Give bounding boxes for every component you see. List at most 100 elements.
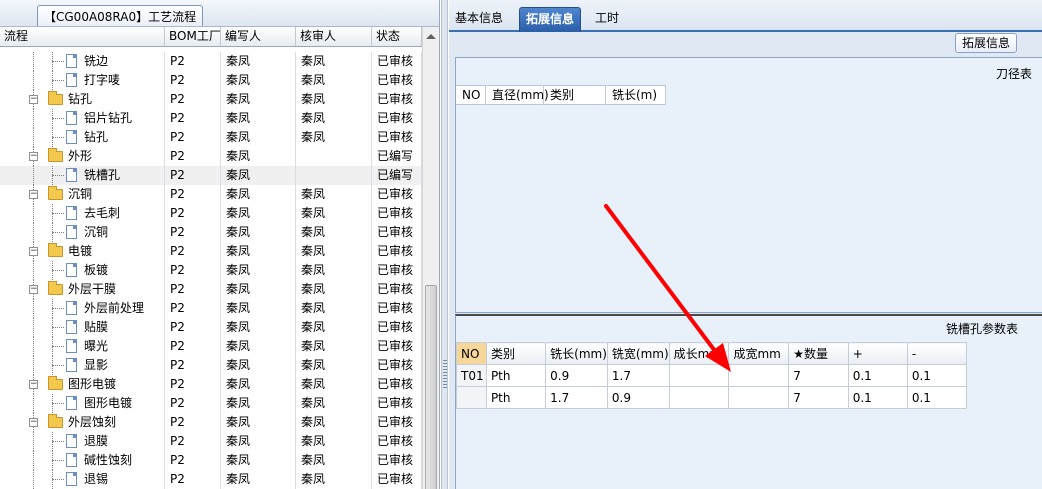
tree-file-row[interactable]: 铣槽孔 P2 秦凤 已编写 [0, 166, 422, 185]
tree-node-cell[interactable]: 去毛刺 [0, 204, 165, 223]
slot-plus-cell[interactable]: 0.1 [847, 386, 908, 409]
tree-folder-row[interactable]: − 图形电镀 P2 秦凤 秦凤 已审核 [0, 375, 422, 394]
tree-node-cell[interactable]: 图形电镀 [0, 394, 165, 413]
slot-finish-width-cell[interactable] [728, 364, 790, 387]
vertical-scrollbar[interactable] [422, 27, 439, 489]
slot-mill-length-cell[interactable]: 1.7 [545, 386, 608, 409]
slot-col-mill-width[interactable]: 铣宽(mm) [606, 342, 670, 365]
slot-col-quantity[interactable]: ★数量 [788, 342, 849, 365]
tree-node-cell[interactable]: − 外层干膜 [0, 280, 165, 299]
slot-col-mill-length[interactable]: 铣长(mm) [545, 342, 608, 365]
slot-finish-length-cell[interactable] [668, 364, 730, 387]
slot-mill-width-cell[interactable]: 1.7 [606, 364, 670, 387]
tree-file-row[interactable]: 显影 P2 秦凤 秦凤 已审核 [0, 356, 422, 375]
slot-category-cell[interactable]: Pth [485, 386, 547, 409]
tree-node-cell[interactable]: 显影 [0, 356, 165, 375]
column-header-status[interactable]: 状态 [372, 27, 422, 46]
tree-node-cell[interactable]: 钻孔 [0, 128, 165, 147]
column-header-reviewer[interactable]: 核审人 [296, 27, 372, 46]
knife-col-category[interactable]: 类别 [544, 86, 606, 105]
tree-file-row[interactable]: 钻孔 P2 秦凤 秦凤 已审核 [0, 128, 422, 147]
tree-node-cell[interactable]: − 电镀 [0, 242, 165, 261]
tree-folder-row[interactable]: − 钻孔 P2 秦凤 秦凤 已审核 [0, 90, 422, 109]
collapse-toggle-icon[interactable]: − [29, 285, 38, 294]
tree-file-row[interactable]: 沉铜 P2 秦凤 秦凤 已审核 [0, 223, 422, 242]
tree-file-row[interactable]: 曝光 P2 秦凤 秦凤 已审核 [0, 337, 422, 356]
tree-file-row[interactable]: 去毛刺 P2 秦凤 秦凤 已审核 [0, 204, 422, 223]
tree-file-row[interactable]: 图形电镀 P2 秦凤 秦凤 已审核 [0, 394, 422, 413]
tree-node-cell[interactable]: 铣边 [0, 52, 165, 71]
tab-extended-info[interactable]: 拓展信息 [519, 7, 582, 32]
tree-node-cell[interactable]: 铝片钻孔 [0, 109, 165, 128]
tree-node-cell[interactable]: 外层前处理 [0, 299, 165, 318]
tree-node-cell[interactable]: 贴膜 [0, 318, 165, 337]
tree-file-row[interactable]: 贴膜 P2 秦凤 秦凤 已审核 [0, 318, 422, 337]
slot-quantity-cell[interactable]: 7 [788, 386, 849, 409]
slot-mill-width-cell[interactable]: 0.9 [606, 386, 670, 409]
tree-node-cell[interactable]: − 沉铜 [0, 185, 165, 204]
collapse-toggle-icon[interactable]: − [29, 190, 38, 199]
slot-quantity-cell[interactable]: 7 [788, 364, 849, 387]
tree-node-cell[interactable]: − 钻孔 [0, 90, 165, 109]
slot-no-cell[interactable] [456, 386, 487, 409]
slot-finish-length-cell[interactable] [668, 386, 730, 409]
column-header-writer[interactable]: 编写人 [221, 27, 296, 46]
tree-file-row[interactable]: 板镀 P2 秦凤 秦凤 已审核 [0, 261, 422, 280]
collapse-toggle-icon[interactable]: − [29, 95, 38, 104]
tree-file-row[interactable]: 退膜 P2 秦凤 秦凤 已审核 [0, 432, 422, 451]
slot-col-finish-length[interactable]: 成长mm [668, 342, 730, 365]
tree-node-cell[interactable]: 铣槽孔 [0, 166, 165, 185]
slot-col-category[interactable]: 类别 [485, 342, 547, 365]
slot-category-cell[interactable]: Pth [485, 364, 547, 387]
tree-file-row[interactable]: 打字唛 P2 秦凤 秦凤 已审核 [0, 71, 422, 90]
slot-mill-length-cell[interactable]: 0.9 [545, 364, 608, 387]
panel-splitter[interactable] [441, 0, 448, 489]
slot-finish-width-cell[interactable] [728, 386, 790, 409]
tree-node-cell[interactable]: − 外层蚀刻 [0, 413, 165, 432]
tree-node-cell[interactable]: 沉铜 [0, 223, 165, 242]
extended-info-badge[interactable]: 拓展信息 [955, 33, 1018, 53]
knife-col-mill-length[interactable]: 铣长(m) [606, 86, 666, 105]
scroll-up-icon[interactable] [426, 34, 436, 39]
slot-table-row[interactable]: T01 Pth 0.9 1.7 7 0.1 0.1 [456, 364, 968, 387]
slot-table-row[interactable]: Pth 1.7 0.9 7 0.1 0.1 [456, 386, 968, 409]
slot-col-plus-tolerance[interactable]: + [847, 342, 908, 365]
column-header-flow[interactable]: 流程 [0, 27, 165, 46]
tree-file-row[interactable]: 铝片钻孔 P2 秦凤 秦凤 已审核 [0, 109, 422, 128]
knife-col-diameter[interactable]: 直径(mm) [486, 86, 549, 105]
tree-node-cell[interactable]: 板镀 [0, 261, 165, 280]
tab-work-hours[interactable]: 工时 [589, 7, 625, 32]
collapse-toggle-icon[interactable]: − [29, 247, 38, 256]
tab-basic-info[interactable]: 基本信息 [449, 7, 509, 32]
tree-node-cell[interactable]: 曝光 [0, 337, 165, 356]
tree-file-row[interactable]: 退锡 P2 秦凤 秦凤 已审核 [0, 470, 422, 489]
slot-minus-cell[interactable]: 0.1 [906, 386, 968, 409]
tree-file-row[interactable]: 外层前处理 P2 秦凤 秦凤 已审核 [0, 299, 422, 318]
scrollbar-thumb[interactable] [425, 285, 437, 489]
slot-col-no[interactable]: NO [456, 342, 487, 365]
collapse-toggle-icon[interactable]: − [29, 380, 38, 389]
tree-node-cell[interactable]: 碱性蚀刻 [0, 451, 165, 470]
slot-minus-cell[interactable]: 0.1 [906, 364, 968, 387]
process-flow-tab[interactable]: 【CG00A08RA0】工艺流程 [37, 5, 204, 26]
tree-node-cell[interactable]: 退膜 [0, 432, 165, 451]
column-header-bom-factory[interactable]: BOM工厂 [165, 27, 221, 46]
slot-col-minus-tolerance[interactable]: - [906, 342, 968, 365]
tree-node-cell[interactable]: − 外形 [0, 147, 165, 166]
tree-folder-row[interactable]: − 外层干膜 P2 秦凤 秦凤 已审核 [0, 280, 422, 299]
tree-folder-row[interactable]: − 沉铜 P2 秦凤 秦凤 已审核 [0, 185, 422, 204]
splitter-grip-icon[interactable] [443, 360, 447, 390]
slot-col-finish-width[interactable]: 成宽mm [728, 342, 790, 365]
tree-node-cell[interactable]: 退锡 [0, 470, 165, 489]
tree-node-cell[interactable]: − 图形电镀 [0, 375, 165, 394]
tree-file-row[interactable]: 碱性蚀刻 P2 秦凤 秦凤 已审核 [0, 451, 422, 470]
knife-col-no[interactable]: NO [456, 86, 486, 105]
tree-folder-row[interactable]: − 外形 P2 秦凤 已编写 [0, 147, 422, 166]
collapse-toggle-icon[interactable]: − [29, 152, 38, 161]
tree-node-cell[interactable]: 打字唛 [0, 71, 165, 90]
slot-plus-cell[interactable]: 0.1 [847, 364, 908, 387]
tree-folder-row[interactable]: − 外层蚀刻 P2 秦凤 秦凤 已审核 [0, 413, 422, 432]
slot-no-cell[interactable]: T01 [456, 364, 487, 387]
tree-file-row[interactable]: 铣边 P2 秦凤 秦凤 已审核 [0, 52, 422, 71]
collapse-toggle-icon[interactable]: − [29, 418, 38, 427]
